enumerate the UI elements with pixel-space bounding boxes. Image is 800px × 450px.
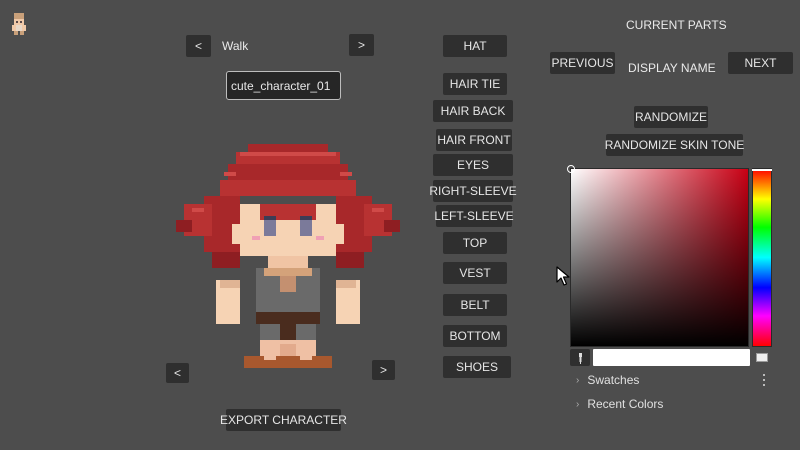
part-eyes-button[interactable]: EYES [433,154,513,176]
part-bottom-button[interactable]: BOTTOM [443,325,507,347]
chevron-right-icon: › [576,398,580,410]
color-saturation-value-area[interactable] [567,165,749,347]
next-button[interactable]: NEXT [728,52,793,74]
hue-slider[interactable] [752,168,772,347]
part-shoes-button[interactable]: SHOES [443,356,511,378]
color-hex-field[interactable] [593,349,750,366]
mouse-pointer-icon [556,266,570,286]
color-preview-icon[interactable] [754,351,770,364]
swatches-label: Swatches [587,373,640,387]
anim-next-button[interactable]: > [349,34,374,56]
part-right-sleeve-button[interactable]: RIGHT-SLEEVE [429,180,517,202]
character-preview [176,144,400,368]
display-name-label: DISPLAY NAME [628,61,716,75]
animation-name: Walk [222,39,249,53]
previous-button[interactable]: PREVIOUS [550,52,615,74]
current-parts-title: CURRENT PARTS [626,18,727,32]
part-hair-tie-button[interactable]: HAIR TIE [443,73,507,95]
anim-prev-button[interactable]: < [186,35,211,57]
randomize-button[interactable]: RANDOMIZE [634,106,708,128]
part-vest-button[interactable]: VEST [443,262,507,284]
direction-prev-button[interactable]: < [166,363,189,383]
direction-next-button[interactable]: > [372,360,395,380]
character-name-input[interactable] [226,71,341,100]
app-character-icon [12,13,26,35]
part-hair-back-button[interactable]: HAIR BACK [433,100,513,122]
part-hat-button[interactable]: HAT [443,35,507,57]
part-top-button[interactable]: TOP [443,232,507,254]
recent-colors-label: Recent Colors [587,397,664,411]
recent-colors-section[interactable]: › Recent Colors [576,397,663,411]
hue-slider-marker[interactable] [752,169,772,171]
kebab-menu-icon[interactable] [761,373,767,387]
part-hair-front-button[interactable]: HAIR FRONT [436,129,512,151]
part-left-sleeve-button[interactable]: LEFT-SLEEVE [434,205,514,227]
chevron-right-icon: › [576,374,580,386]
color-picker-handle[interactable] [567,165,575,173]
part-belt-button[interactable]: BELT [443,294,507,316]
eyedropper-icon[interactable] [570,349,590,366]
export-character-button[interactable]: EXPORT CHARACTER [220,409,347,431]
randomize-skin-tone-button[interactable]: RANDOMIZE SKIN TONE [605,134,744,156]
swatches-section[interactable]: › Swatches [576,373,639,387]
